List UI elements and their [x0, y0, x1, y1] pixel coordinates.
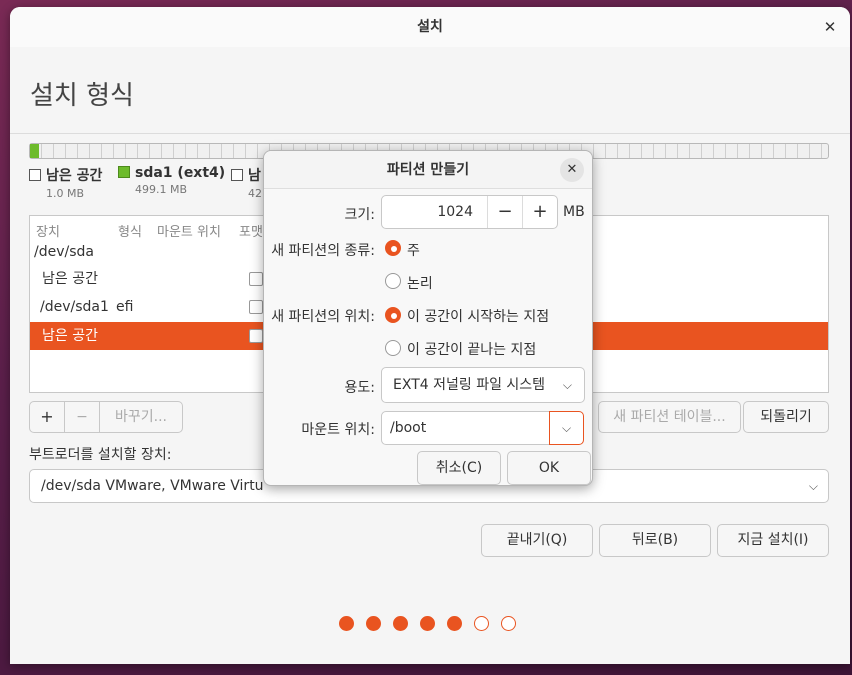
- location-start-radio[interactable]: [385, 307, 401, 323]
- create-partition-dialog: 파티션 만들기 ✕ 크기: 1024 − + MB 새 파티션의 종류: 주 논…: [263, 150, 593, 486]
- legend-label: 남은 공간: [46, 168, 103, 184]
- progress-dot: [420, 616, 435, 631]
- type-label: 새 파티션의 종류:: [271, 243, 375, 259]
- location-end-radio[interactable]: [385, 340, 401, 356]
- row-device: 남은 공간: [42, 271, 98, 287]
- bootloader-value: /dev/sda VMware, VMware Virtu: [41, 478, 264, 494]
- dialog-title: 파티션 만들기 ✕: [264, 151, 592, 189]
- format-checkbox[interactable]: [249, 272, 263, 286]
- format-checkbox[interactable]: [249, 329, 263, 343]
- divider: [10, 133, 850, 134]
- legend-label: sda1 (ext4): [135, 165, 226, 181]
- size-unit: MB: [563, 204, 585, 220]
- change-partition-button[interactable]: 바꾸기...: [100, 402, 182, 432]
- legend-size: 42: [248, 187, 262, 200]
- cancel-button[interactable]: 취소(C): [417, 451, 501, 485]
- window-title: 설치: [417, 19, 443, 35]
- progress-dot: [393, 616, 408, 631]
- type-logical-radio[interactable]: [385, 273, 401, 289]
- type-primary-radio[interactable]: [385, 240, 401, 256]
- install-now-button[interactable]: 지금 설치(I): [717, 524, 829, 557]
- format-checkbox[interactable]: [249, 300, 263, 314]
- size-decrement-button[interactable]: −: [487, 196, 522, 228]
- use-label: 용도:: [344, 380, 375, 396]
- progress-dot: [474, 616, 489, 631]
- chevron-down-icon: ⌵: [562, 378, 572, 392]
- location-end-label: 이 공간이 끝나는 지점: [407, 342, 537, 358]
- legend-swatch: [118, 166, 130, 178]
- legend-swatch: [29, 169, 41, 181]
- legend-swatch: [231, 169, 243, 181]
- mount-point-input[interactable]: /boot: [381, 411, 551, 445]
- remove-partition-button[interactable]: −: [65, 402, 99, 432]
- new-partition-table-button[interactable]: 새 파티션 테이블...: [598, 401, 741, 433]
- size-label: 크기:: [344, 207, 375, 223]
- close-icon[interactable]: ✕: [560, 158, 584, 182]
- legend-size: 499.1 MB: [135, 183, 188, 196]
- back-button[interactable]: 뒤로(B): [599, 524, 711, 557]
- progress-dot: [447, 616, 462, 631]
- ok-button[interactable]: OK: [507, 451, 591, 485]
- location-label: 새 파티션의 위치:: [271, 309, 375, 325]
- revert-button[interactable]: 되돌리기: [743, 401, 829, 433]
- size-input[interactable]: 1024: [382, 196, 487, 228]
- add-partition-button[interactable]: +: [30, 402, 64, 432]
- use-as-select[interactable]: EXT4 저널링 파일 시스템 ⌵: [381, 367, 585, 403]
- location-start-label: 이 공간이 시작하는 지점: [407, 309, 550, 325]
- dialog-title-text: 파티션 만들기: [386, 162, 470, 178]
- type-logical-label: 논리: [407, 276, 433, 292]
- chevron-down-icon: ⌵: [808, 479, 818, 493]
- use-as-value: EXT4 저널링 파일 시스템: [393, 377, 546, 393]
- row-device: /dev/sda: [34, 244, 94, 260]
- legend-size: 1.0 MB: [46, 187, 85, 200]
- partition-bar-sda1: [30, 144, 39, 158]
- legend-item-sda1: sda1 (ext4) 499.1 MB: [118, 165, 225, 196]
- partition-button-group: + − 바꾸기...: [29, 401, 183, 433]
- legend-item-free: 남은 공간 1.0 MB: [29, 165, 102, 200]
- size-increment-button[interactable]: +: [522, 196, 557, 228]
- progress-dot: [366, 616, 381, 631]
- quit-button[interactable]: 끝내기(Q): [481, 524, 593, 557]
- size-spinbox: 1024 − +: [381, 195, 558, 229]
- row-device: 남은 공간: [42, 328, 98, 344]
- type-primary-label: 주: [407, 243, 420, 259]
- close-icon[interactable]: ✕: [820, 17, 840, 37]
- chevron-down-icon: ⌵: [561, 421, 572, 435]
- row-device: /dev/sda1: [40, 299, 109, 315]
- page-title: 설치 형식: [30, 81, 134, 111]
- legend-item-free-2: 남 42: [231, 165, 262, 200]
- bootloader-label: 부트로더를 설치할 장치:: [29, 447, 172, 463]
- mount-label: 마운트 위치:: [301, 422, 375, 438]
- titlebar: 설치 ✕: [10, 7, 850, 47]
- legend-label: 남: [248, 168, 261, 184]
- progress-dot: [339, 616, 354, 631]
- mount-point-dropdown-button[interactable]: ⌵: [549, 411, 584, 445]
- row-type: efi: [116, 299, 134, 315]
- progress-dot: [501, 616, 516, 631]
